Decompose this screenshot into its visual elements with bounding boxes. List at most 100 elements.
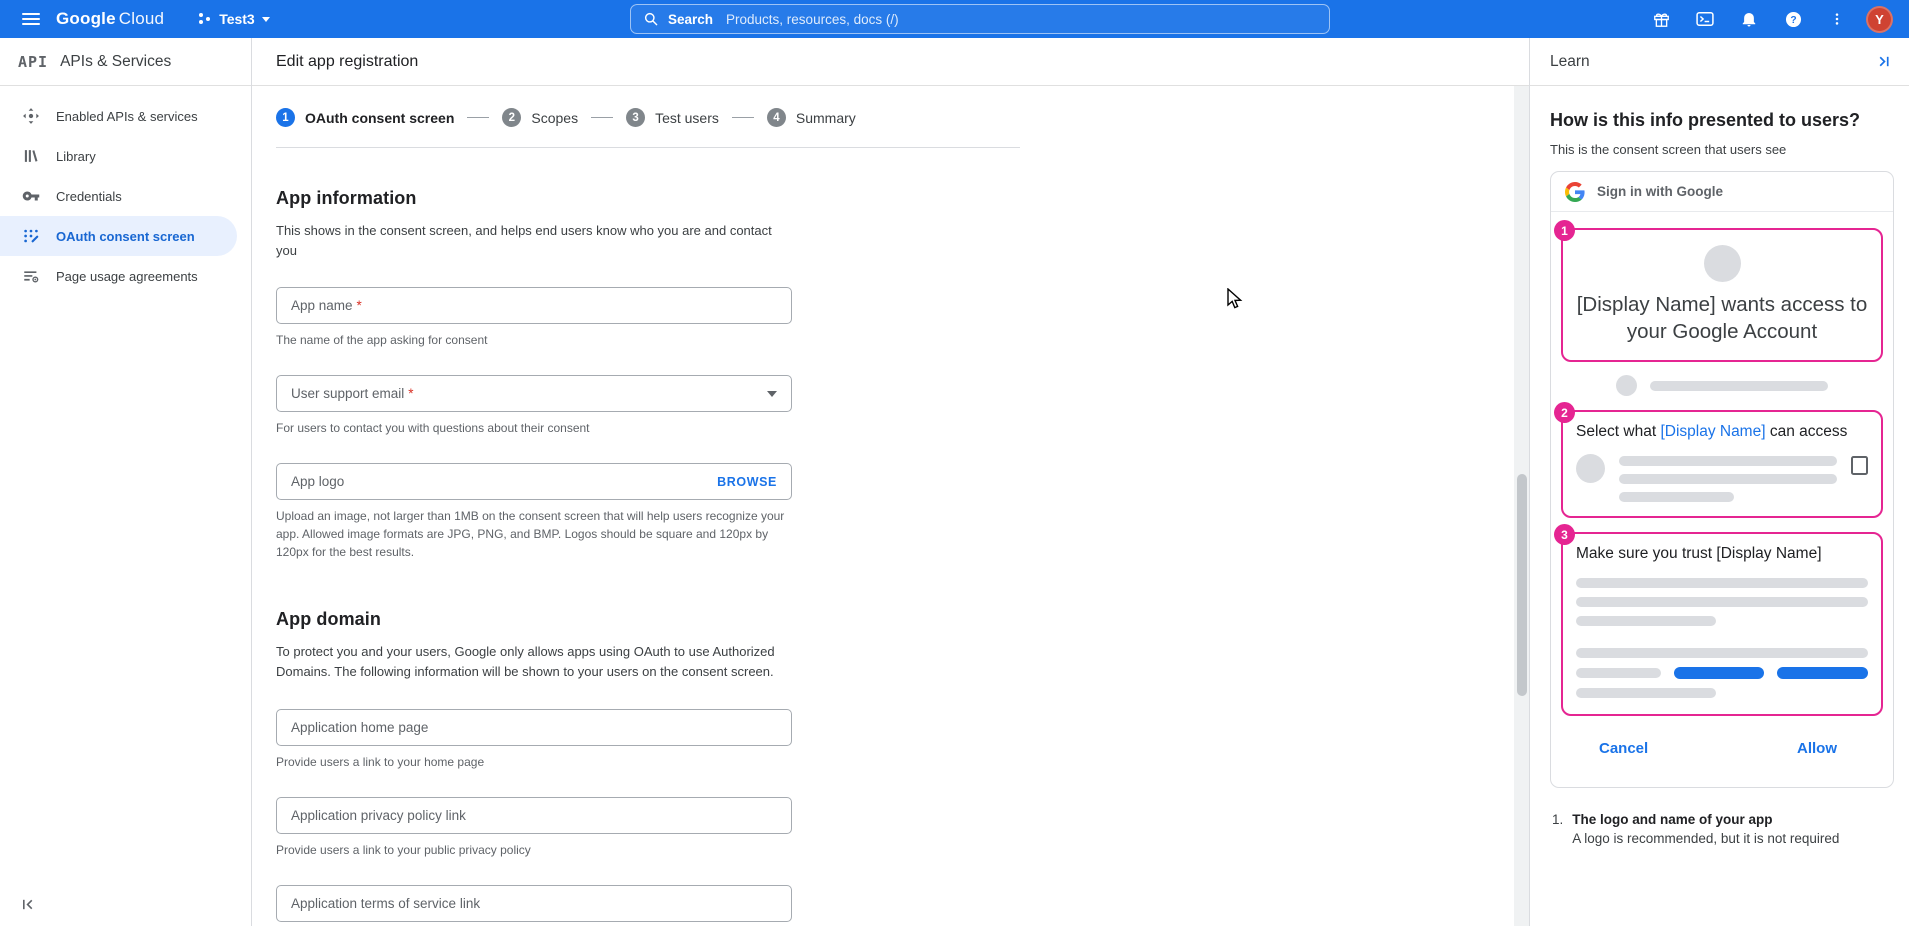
scope-checkbox-placeholder [1851, 456, 1868, 475]
search-icon [643, 11, 659, 27]
oauth-consent-icon [22, 227, 40, 245]
help-icon[interactable]: ? [1776, 2, 1810, 36]
search-input[interactable]: Search Products, resources, docs (/) [630, 4, 1330, 34]
app-name-field[interactable]: App name* [276, 287, 792, 324]
user-support-email-select[interactable]: User support email* [276, 375, 792, 412]
step-oauth-consent-screen[interactable]: 1 OAuth consent screen [276, 108, 454, 127]
step-summary[interactable]: 4 Summary [767, 108, 856, 127]
step-separator [732, 117, 754, 118]
app-name-group: App name* The name of the app asking for… [276, 287, 792, 349]
privacy-policy-group: Application privacy policy link Provide … [276, 797, 792, 859]
page-usage-agreements-icon [22, 267, 40, 285]
hamburger-menu-icon[interactable] [14, 5, 48, 33]
consent-preview-footer: Cancel Allow [1561, 716, 1883, 787]
placeholder-bar [1576, 597, 1868, 607]
step-test-users[interactable]: 3 Test users [626, 108, 719, 127]
collapse-panel-icon[interactable] [1871, 50, 1895, 74]
display-name-link: [Display Name] [1660, 423, 1765, 440]
home-page-group: Application home page Provide users a li… [276, 709, 792, 771]
google-cloud-logo[interactable]: GoogleCloud [56, 9, 164, 29]
user-support-email-group: User support email* For users to contact… [276, 375, 792, 437]
placeholder-bar [1576, 648, 1868, 658]
sidebar-item-credentials[interactable]: Credentials [0, 176, 237, 216]
dropdown-caret-icon[interactable] [767, 391, 777, 397]
placeholder-bar [1576, 616, 1716, 626]
application-privacy-policy-field[interactable]: Application privacy policy link [276, 797, 792, 834]
credentials-key-icon [22, 187, 40, 205]
main-header: Edit app registration [252, 38, 1529, 86]
access-request-title: [Display Name] wants access to your Goog… [1576, 291, 1868, 345]
step-separator [467, 117, 489, 118]
placeholder-bar [1619, 474, 1837, 484]
avatar[interactable]: Y [1866, 6, 1893, 33]
sidebar-header: API APIs & Services [0, 38, 251, 86]
browse-button[interactable]: BROWSE [717, 475, 777, 489]
app-information-section: App information This shows in the consen… [276, 188, 1489, 561]
placeholder-bar [1576, 688, 1716, 698]
learn-heading: How is this info presented to users? [1550, 110, 1893, 131]
preview-cancel-button: Cancel [1599, 740, 1648, 757]
project-selector[interactable]: Test3 [198, 11, 270, 27]
sidebar-item-enabled-apis[interactable]: Enabled APIs & services [0, 96, 237, 136]
page-title: Edit app registration [276, 53, 418, 71]
scrollbar-thumb[interactable] [1517, 474, 1527, 696]
placeholder-bar [1576, 578, 1868, 588]
blue-link-placeholder [1777, 667, 1868, 679]
vertical-scrollbar[interactable] [1514, 86, 1529, 926]
consent-preview-header: Sign in with Google [1551, 172, 1893, 212]
learn-panel-body: How is this info presented to users? Thi… [1530, 86, 1909, 846]
trust-placeholder-bars [1576, 578, 1868, 698]
placeholder-bars [1619, 454, 1837, 502]
library-icon [22, 147, 40, 165]
chevron-down-icon [262, 17, 270, 22]
app-domain-description: To protect you and your users, Google on… [276, 642, 792, 682]
more-vertical-icon[interactable] [1820, 2, 1854, 36]
user-support-email-helper: For users to contact you with questions … [276, 419, 792, 437]
preview-annotation-2: 2 Select what [Display Name] can access [1561, 410, 1883, 518]
sidebar-nav: Enabled APIs & services Library Credenti… [0, 86, 251, 296]
sidebar-item-oauth-consent-screen[interactable]: OAuth consent screen [0, 216, 237, 256]
svg-text:?: ? [1790, 15, 1796, 26]
learn-title: Learn [1550, 53, 1590, 71]
terms-of-service-group: Application terms of service link Provid… [276, 885, 792, 926]
consent-preview-body: 1 [Display Name] wants access to your Go… [1551, 212, 1893, 787]
enabled-apis-icon [22, 107, 40, 125]
sign-in-with-google-label: Sign in with Google [1597, 184, 1723, 199]
project-icon [198, 12, 212, 26]
learn-subheading: This is the consent screen that users se… [1550, 142, 1893, 157]
cloud-shell-icon[interactable] [1688, 2, 1722, 36]
app-name-helper: The name of the app asking for consent [276, 331, 792, 349]
gcp-console-window: GoogleCloud Test3 Search Products, resou… [0, 0, 1909, 926]
app-logo-placeholder [1704, 245, 1741, 282]
gift-icon[interactable] [1644, 2, 1678, 36]
step-separator [591, 117, 613, 118]
learn-note-1: 1. The logo and name of your app A logo … [1550, 812, 1893, 846]
sidebar-item-library[interactable]: Library [0, 136, 237, 176]
required-asterisk: * [408, 386, 413, 401]
search-label: Search [668, 12, 713, 27]
link-placeholder-row [1576, 667, 1868, 679]
app-information-heading: App information [276, 188, 1489, 209]
edit-app-registration-form: 1 OAuth consent screen 2 Scopes 3 Test u… [252, 86, 1529, 926]
consent-screen-preview: Sign in with Google 1 [Display Name] wan… [1550, 171, 1894, 788]
scope-placeholder-row [1576, 454, 1868, 502]
app-logo-group: App logo BROWSE Upload an image, not lar… [276, 463, 792, 561]
annotation-badge-2: 2 [1554, 402, 1575, 423]
sidebar-item-page-usage-agreements[interactable]: Page usage agreements [0, 256, 237, 296]
application-terms-of-service-field[interactable]: Application terms of service link [276, 885, 792, 922]
notifications-bell-icon[interactable] [1732, 2, 1766, 36]
app-logo-field[interactable]: App logo BROWSE [276, 463, 792, 500]
placeholder-bar [1619, 456, 1837, 466]
preview-annotation-1: 1 [Display Name] wants access to your Go… [1561, 228, 1883, 362]
placeholder-circle [1576, 454, 1605, 483]
api-logo: API [18, 53, 48, 71]
application-home-page-field[interactable]: Application home page [276, 709, 792, 746]
preview-annotation-3: 3 Make sure you trust [Display Name] [1561, 532, 1883, 716]
blue-link-placeholder [1674, 667, 1765, 679]
topbar-actions: ? Y [1644, 2, 1899, 36]
trust-heading: Make sure you trust [Display Name] [1576, 545, 1868, 563]
step-scopes[interactable]: 2 Scopes [502, 108, 578, 127]
annotation-badge-1: 1 [1554, 220, 1575, 241]
wizard-stepper: 1 OAuth consent screen 2 Scopes 3 Test u… [276, 108, 1489, 127]
collapse-navigation-icon[interactable] [16, 892, 40, 916]
